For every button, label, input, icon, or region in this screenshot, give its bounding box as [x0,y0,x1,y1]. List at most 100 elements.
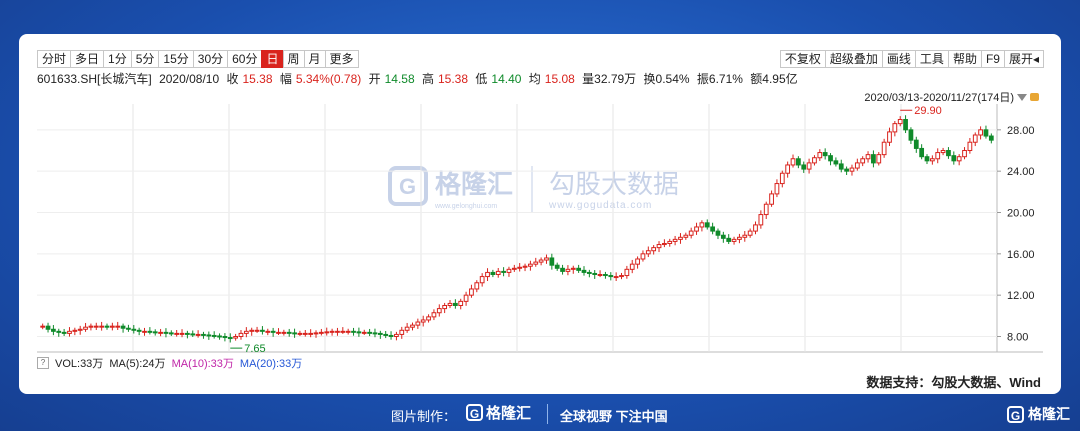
candle-body [281,331,287,334]
toolbar-button-left-5[interactable]: 30分 [192,50,229,68]
close-label: 收 [226,72,239,86]
candle-body [731,238,737,242]
toolbar-button-right-4[interactable]: 帮助 [947,50,982,68]
candle-body [694,226,699,232]
candle-body [699,222,705,228]
candle-body [335,330,340,333]
toolbar-button-right-1[interactable]: 超级叠加 [824,50,883,68]
avg-value: 15.08 [544,72,575,86]
candle-body [849,167,855,172]
candle-body [136,329,142,332]
toolbar-button-right-5[interactable]: F9 [980,50,1005,68]
toolbar-button-right-2[interactable]: 画线 [881,50,916,68]
candle-body [908,129,914,141]
footer-logo: G 格隆汇 [466,402,531,423]
turnover-value: 换0.54% [643,72,690,86]
candle-body [88,325,94,328]
candle-body [865,154,871,160]
stock-code-name: 601633.SH[长城汽车] [37,72,152,86]
candle-body [415,321,421,326]
candle-body [988,135,994,141]
candle-body [174,332,180,335]
watermark-g-glyph: G [399,174,416,199]
candle-body [935,152,941,160]
candle-body [490,271,496,276]
candle-body [431,312,437,318]
candle-body [838,163,844,170]
candle-body [83,326,88,330]
candle-body [206,334,212,337]
toolbar-button-right-6[interactable]: 展开◂ [1003,50,1044,68]
candle-body [115,325,121,328]
candle-body [319,331,324,334]
candle-body [769,193,774,205]
candle-body [222,336,228,339]
candle-body [635,258,640,265]
candle-body [871,154,876,164]
candle-body [785,164,791,174]
candle-body [887,131,892,143]
candle-body [522,265,528,268]
candle-body [929,158,935,162]
candle-body [763,203,769,216]
candle-body [624,268,630,277]
toolbar-button-right-3[interactable]: 工具 [914,50,949,68]
candlestick-chart[interactable]: G 格隆汇 www.gelonghui.com 勾股大数据 www.goguda… [37,100,1043,356]
toolbar-button-left-1[interactable]: 多日 [70,50,105,68]
candle-body [67,330,72,334]
candle-body [662,243,667,246]
toolbar-button-left-0[interactable]: 分时 [37,50,72,68]
toolbar-button-left-6[interactable]: 60分 [227,50,263,68]
candle-body [720,234,726,239]
candle-body [195,333,201,336]
toolbar-button-left-8[interactable]: 周 [282,50,305,68]
toolbar-button-right-0[interactable]: 不复权 [779,50,826,68]
candle-body [324,331,330,334]
candle-body [978,129,983,136]
candle-body [806,162,812,170]
grid [37,104,1043,353]
footer-brand-text: 格隆汇 [1028,406,1070,422]
toolbar-button-left-3[interactable]: 5分 [130,50,160,68]
candle-body [586,271,592,274]
candle-body [833,160,839,165]
candle-body [249,329,255,332]
toolbar-button-left-9[interactable]: 月 [303,50,326,68]
candle-body [554,264,560,269]
candle-body [538,259,544,263]
watermark-brand: 格隆汇 [435,169,513,199]
footer-divider [547,404,548,424]
toolbar-button-left-4[interactable]: 15分 [158,50,194,68]
candle-body [40,325,46,328]
footer-logo-icon: G [466,404,483,421]
chart-card: 分时 多日 1分 5分 15分 30分 60分日周月更多 不复权 超级叠加 画线 工具 帮助 F9 展开◂… [19,34,1061,394]
toolbar-button-left-7[interactable]: 日 [261,50,284,68]
watermark-brand-url: www.gelonghui.com [434,203,497,210]
help-icon[interactable]: ? [37,357,49,369]
candle-body [351,330,356,333]
candle-body [340,330,346,333]
toolbar-button-left-10[interactable]: 更多 [324,50,359,68]
candle-body [120,325,126,329]
candle-body [667,240,673,245]
candle-body [779,172,785,185]
candle-body [710,226,715,232]
volume-indicator-bar: ? VOL:33万 MA(5):24万 MA(10):33万 MA(20):33… [37,356,1043,370]
candle-body [463,294,469,302]
candle-body [506,268,512,273]
candle-body [163,331,169,334]
open-value: 14.58 [384,72,415,86]
candle-body [828,155,833,162]
candle-body [892,123,898,133]
candle-body [812,157,817,164]
candle-body [61,331,67,334]
high-value: 15.38 [438,72,469,86]
candle-body [104,325,110,328]
toolbar-button-left-2[interactable]: 1分 [103,50,132,68]
amount-value: 额4.95亿 [750,72,798,86]
candle-body [292,332,297,335]
candle-body [860,158,866,164]
candle-body [576,267,582,271]
candle-body [726,237,732,242]
candle-body [238,332,244,337]
